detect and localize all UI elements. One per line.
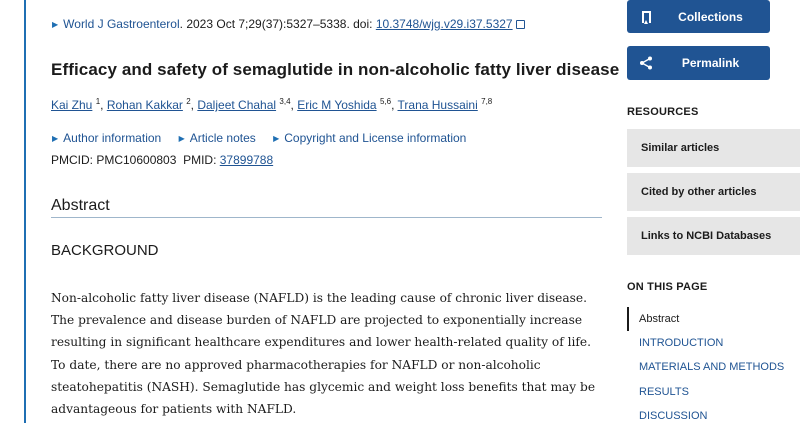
author-affiliation: 5,6: [379, 97, 392, 106]
toc-results[interactable]: RESULTS: [639, 386, 689, 398]
author-affiliation: 7,8: [481, 97, 493, 106]
triangle-bullet-icon: ▶: [178, 134, 185, 143]
toc-materials-methods[interactable]: MATERIALS AND METHODS: [639, 361, 784, 373]
toc-discussion[interactable]: DISCUSSION: [639, 410, 707, 422]
journal-link[interactable]: World J Gastroenterol: [63, 17, 180, 31]
article-notes-label: Article notes: [189, 131, 256, 145]
permalink-button[interactable]: Permalink: [627, 46, 770, 80]
author-link[interactable]: Eric M Yoshida: [297, 98, 376, 112]
citation-line: ▶ World J Gastroenterol. 2023 Oct 7;29(37…: [52, 17, 525, 31]
author-link[interactable]: Rohan Kakkar: [107, 98, 183, 112]
abstract-heading: Abstract: [51, 197, 110, 214]
abstract-background-text: Non-alcoholic fatty liver disease (NAFLD…: [51, 291, 596, 417]
author-link[interactable]: Kai Zhu: [51, 98, 92, 112]
collections-button[interactable]: Collections: [627, 0, 770, 33]
citation-details: . 2023 Oct 7;29(37):5327–5338. doi:: [179, 17, 376, 31]
bookmark-icon: [631, 10, 661, 24]
author-information-label: Author information: [63, 131, 162, 145]
background-heading: BACKGROUND: [51, 242, 159, 259]
triangle-bullet-icon: ▶: [273, 134, 280, 143]
left-accent-rule: [24, 0, 26, 423]
author-information-toggle[interactable]: ▶ Author information: [52, 131, 161, 145]
resource-cited-by[interactable]: Cited by other articles: [627, 173, 800, 211]
resource-ncbi-links[interactable]: Links to NCBI Databases: [627, 217, 800, 255]
pmcid-value: PMC10600803: [96, 153, 177, 167]
on-this-page-heading: ON THIS PAGE: [627, 281, 708, 293]
permalink-label: Permalink: [681, 56, 740, 70]
author-affiliation: 3,4: [279, 97, 291, 106]
resources-heading: RESOURCES: [627, 106, 699, 118]
pmid-label: PMID:: [183, 153, 220, 167]
resource-similar-articles[interactable]: Similar articles: [627, 129, 800, 167]
external-link-icon: [515, 20, 525, 29]
article-info-links: ▶ Author information ▶ Article notes ▶ Copy…: [52, 131, 480, 145]
toc-abstract[interactable]: Abstract: [639, 313, 679, 325]
active-section-indicator: [627, 307, 629, 331]
author-link[interactable]: Daljeet Chahal: [197, 98, 276, 112]
pmid-link[interactable]: 37899788: [220, 153, 273, 167]
author-affiliation: 2: [186, 97, 191, 106]
copyright-license-toggle[interactable]: ▶ Copyright and License information: [273, 131, 466, 145]
triangle-bullet-icon: ▶: [52, 134, 59, 143]
share-icon: [631, 56, 661, 70]
article-title: Efficacy and safety of semaglutide in no…: [51, 60, 620, 79]
abstract-divider: [51, 217, 602, 218]
toc-introduction[interactable]: INTRODUCTION: [639, 337, 723, 349]
pmcid-label: PMCID:: [51, 153, 97, 167]
author-list: Kai Zhu 1, Rohan Kakkar 2, Daljeet Chaha…: [51, 97, 493, 112]
article-notes-toggle[interactable]: ▶ Article notes: [179, 131, 256, 145]
article-ids: PMCID: PMC10600803 PMID: 37899788: [51, 153, 273, 167]
collections-label: Collections: [678, 9, 743, 24]
author-affiliation: 1: [95, 97, 101, 106]
triangle-bullet-icon: ▶: [52, 20, 59, 29]
copyright-license-label: Copyright and License information: [284, 131, 467, 145]
doi-link[interactable]: 10.3748/wjg.v29.i37.5327: [376, 17, 513, 31]
author-link[interactable]: Trana Hussaini: [398, 98, 478, 112]
